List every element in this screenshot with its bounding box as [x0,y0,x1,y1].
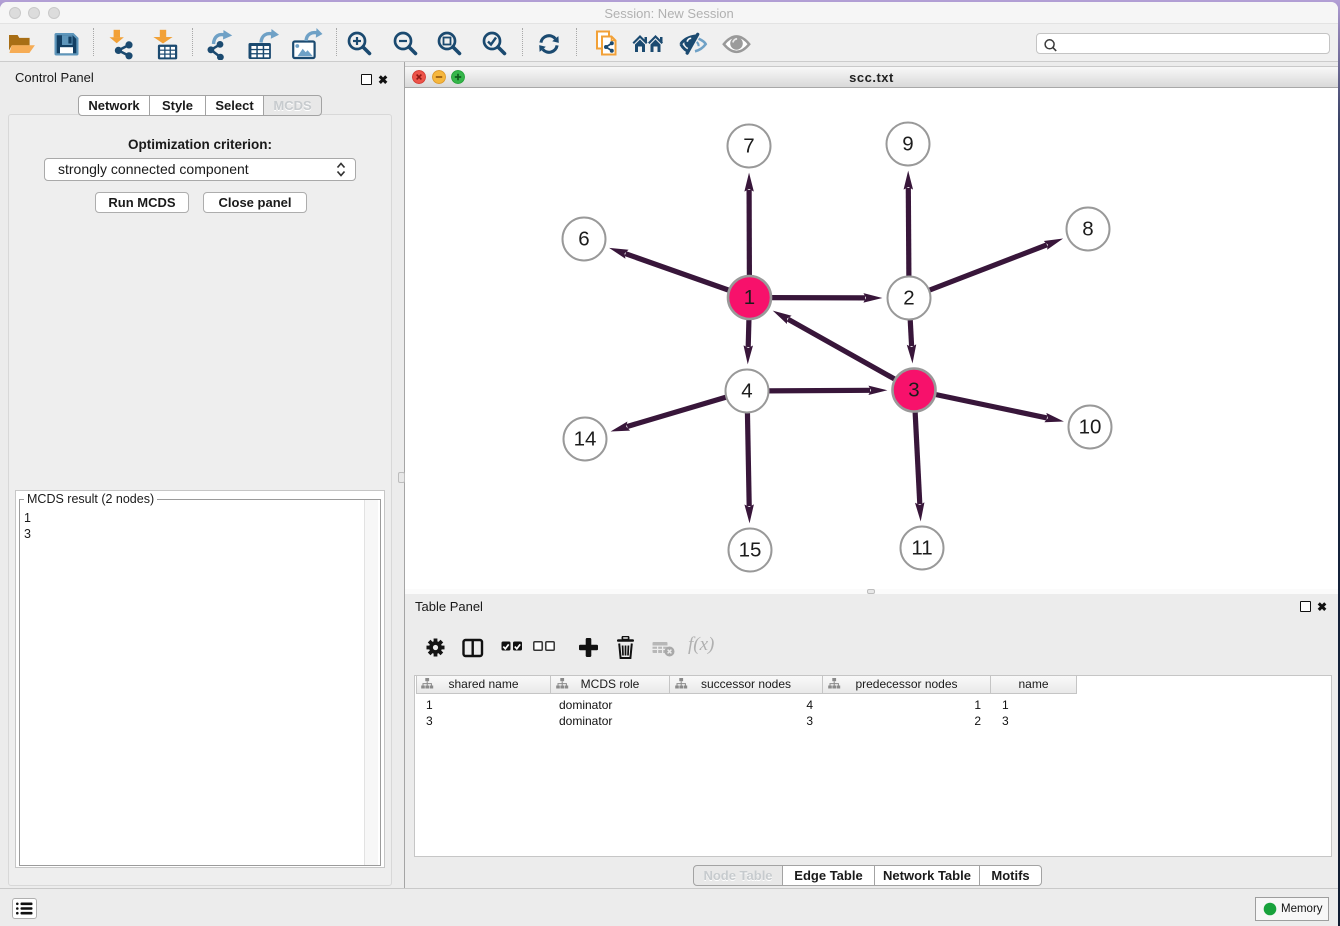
svg-text:7: 7 [743,135,754,158]
svg-text:4: 4 [741,380,752,403]
svg-text:10: 10 [1079,416,1102,439]
svg-text:14: 14 [574,428,597,451]
svg-text:1: 1 [744,286,755,309]
svg-text:2: 2 [903,287,914,310]
svg-text:15: 15 [739,539,762,562]
svg-text:8: 8 [1082,218,1093,241]
svg-text:3: 3 [908,379,919,402]
svg-text:11: 11 [911,537,932,560]
svg-text:6: 6 [578,228,589,251]
svg-text:9: 9 [902,133,913,156]
